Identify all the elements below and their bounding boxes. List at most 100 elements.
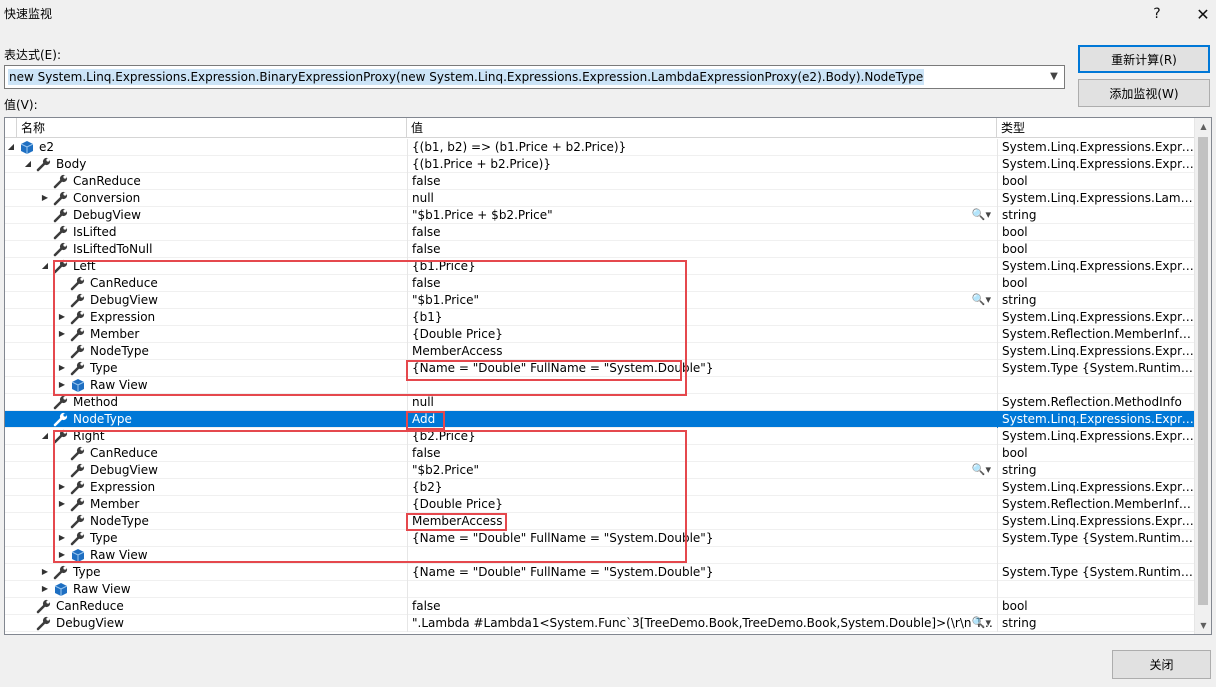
type-cell: bool xyxy=(997,241,1196,258)
type-cell: bool xyxy=(997,445,1196,462)
magnifier-icon[interactable]: 🔍▾ xyxy=(972,207,991,223)
table-row[interactable]: NodeType Add System.Linq.Expressions.Expre… xyxy=(5,411,1196,428)
type-cell: System.Linq.Expressions.Expressio... xyxy=(997,411,1196,428)
member-name: Type xyxy=(73,565,101,579)
member-name: IsLifted xyxy=(73,225,117,239)
value-text: ".Lambda #Lambda1<System.Func`3[TreeDemo… xyxy=(412,616,997,630)
value-cell[interactable]: false xyxy=(407,224,997,241)
member-name: NodeType xyxy=(73,412,132,426)
expand-arrow-icon[interactable]: ▶ xyxy=(39,581,51,597)
value-cell[interactable]: {Name = "Double" FullName = "System.Doub… xyxy=(407,564,997,581)
name-cell: IsLifted xyxy=(5,224,407,241)
watch-grid: 名称 值 类型 ◢ e2 {(b1, b2) => (b1.Price + b2.P… xyxy=(4,117,1212,635)
close-window-button[interactable]: ✕ xyxy=(1180,0,1216,28)
wrench-icon xyxy=(53,225,69,240)
recalculate-button[interactable]: 重新计算(R) xyxy=(1078,45,1210,73)
value-cell[interactable]: "$b1.Price + $b2.Price" 🔍▾ xyxy=(407,207,997,224)
type-cell: System.Linq.Expressions.Expressio... xyxy=(997,513,1196,530)
member-name: Body xyxy=(56,157,87,171)
magnifier-icon[interactable]: 🔍▾ xyxy=(972,462,991,478)
table-row[interactable]: ▶ Conversion null System.Linq.Expressions.L… xyxy=(5,190,1196,207)
value-cell[interactable]: false xyxy=(407,173,997,190)
help-button[interactable]: ? xyxy=(1134,0,1180,28)
member-name: DebugView xyxy=(56,616,124,630)
vertical-scrollbar[interactable]: ▲ ▼ xyxy=(1194,118,1211,634)
name-cell: ◢ e2 xyxy=(5,139,407,156)
member-name: IsLiftedToNull xyxy=(73,242,153,256)
wrench-icon xyxy=(53,395,69,410)
wrench-icon xyxy=(53,565,69,580)
member-name: CanReduce xyxy=(73,174,141,188)
chevron-down-icon[interactable]: ▼ xyxy=(1047,69,1061,85)
type-cell: System.Linq.Expressions.LambdaE... xyxy=(997,190,1196,207)
wrench-icon xyxy=(36,616,52,631)
value-cell[interactable]: false xyxy=(407,241,997,258)
value-text: null xyxy=(412,191,434,205)
wrench-icon xyxy=(36,157,52,172)
column-header-value[interactable]: 值 xyxy=(407,118,997,138)
collapse-arrow-icon[interactable]: ◢ xyxy=(39,258,51,274)
type-cell xyxy=(997,377,1196,394)
value-text: false xyxy=(412,225,441,239)
table-row[interactable]: IsLifted false bool xyxy=(5,224,1196,241)
name-cell: NodeType xyxy=(5,411,407,428)
value-label: 值(V): xyxy=(4,98,38,112)
value-cell[interactable]: null xyxy=(407,190,997,207)
header-spacer xyxy=(5,118,17,138)
close-button[interactable]: 关闭 xyxy=(1112,650,1211,679)
value-cell[interactable]: false xyxy=(407,598,997,615)
type-cell: System.Linq.Expressions.Expressio... xyxy=(997,309,1196,326)
table-row[interactable]: ▶ Raw View xyxy=(5,581,1196,598)
table-row[interactable]: IsLiftedToNull false bool xyxy=(5,241,1196,258)
table-row[interactable]: CanReduce false bool xyxy=(5,173,1196,190)
name-cell: DebugView xyxy=(5,615,407,632)
table-row[interactable]: Method null System.Reflection.MethodInfo xyxy=(5,394,1196,411)
type-cell: string xyxy=(997,615,1196,632)
member-name: CanReduce xyxy=(56,599,124,613)
table-row[interactable]: ◢ Body {(b1.Price + b2.Price)} System.Linq.… xyxy=(5,156,1196,173)
expand-arrow-icon[interactable]: ▶ xyxy=(39,564,51,580)
expression-label: 表达式(E): xyxy=(4,48,61,62)
highlight-box-left-type xyxy=(406,360,682,381)
value-text: {Name = "Double" FullName = "System.Doub… xyxy=(412,565,714,579)
name-cell: ▶ Conversion xyxy=(5,190,407,207)
member-name: Method xyxy=(73,395,119,409)
member-name: Conversion xyxy=(73,191,141,205)
expression-input[interactable]: new System.Linq.Expressions.Expression.B… xyxy=(4,65,1065,89)
wrench-icon xyxy=(53,208,69,223)
column-header-name[interactable]: 名称 xyxy=(17,118,407,138)
value-cell[interactable]: {(b1.Price + b2.Price)} xyxy=(407,156,997,173)
table-row[interactable]: DebugView ".Lambda #Lambda1<System.Func`3… xyxy=(5,615,1196,632)
name-cell: ▶ Raw View xyxy=(5,581,407,598)
collapse-arrow-icon[interactable]: ◢ xyxy=(22,156,34,172)
type-cell: System.Linq.Expressions.Expressio... xyxy=(997,428,1196,445)
magnifier-icon[interactable]: 🔍▾ xyxy=(972,615,991,631)
expression-text: new System.Linq.Expressions.Expression.B… xyxy=(8,69,925,85)
scroll-thumb[interactable] xyxy=(1198,137,1208,605)
collapse-arrow-icon[interactable]: ◢ xyxy=(5,139,17,155)
magnifier-icon[interactable]: 🔍▾ xyxy=(972,292,991,308)
value-cell[interactable]: {(b1, b2) => (b1.Price + b2.Price)} xyxy=(407,139,997,156)
type-cell: System.Reflection.MemberInfo {Sy... xyxy=(997,326,1196,343)
table-row[interactable]: ◢ e2 {(b1, b2) => (b1.Price + b2.Price)} Sy… xyxy=(5,139,1196,156)
expand-arrow-icon[interactable]: ▶ xyxy=(39,190,51,206)
value-cell[interactable] xyxy=(407,581,997,598)
column-header-type[interactable]: 类型 xyxy=(997,118,1196,138)
value-cell[interactable]: ".Lambda #Lambda1<System.Func`3[TreeDemo… xyxy=(407,615,997,632)
add-watch-button[interactable]: 添加监视(W) xyxy=(1078,79,1210,107)
value-cell[interactable]: Add xyxy=(407,411,997,428)
type-cell xyxy=(997,547,1196,564)
name-cell: CanReduce xyxy=(5,173,407,190)
scroll-down-icon[interactable]: ▼ xyxy=(1195,617,1211,634)
table-row[interactable]: ▶ Type {Name = "Double" FullName = "System… xyxy=(5,564,1196,581)
wrench-icon xyxy=(36,599,52,614)
value-text: false xyxy=(412,242,441,256)
type-cell: System.Type {System.RuntimeType} xyxy=(997,564,1196,581)
type-cell: System.Type {System.RuntimeType} xyxy=(997,530,1196,547)
table-row[interactable]: DebugView "$b1.Price + $b2.Price" 🔍▾ string xyxy=(5,207,1196,224)
value-cell[interactable]: null xyxy=(407,394,997,411)
scroll-up-icon[interactable]: ▲ xyxy=(1195,118,1211,135)
collapse-arrow-icon[interactable]: ◢ xyxy=(39,428,51,444)
table-row[interactable]: CanReduce false bool xyxy=(5,598,1196,615)
value-text: {(b1, b2) => (b1.Price + b2.Price)} xyxy=(412,140,627,154)
